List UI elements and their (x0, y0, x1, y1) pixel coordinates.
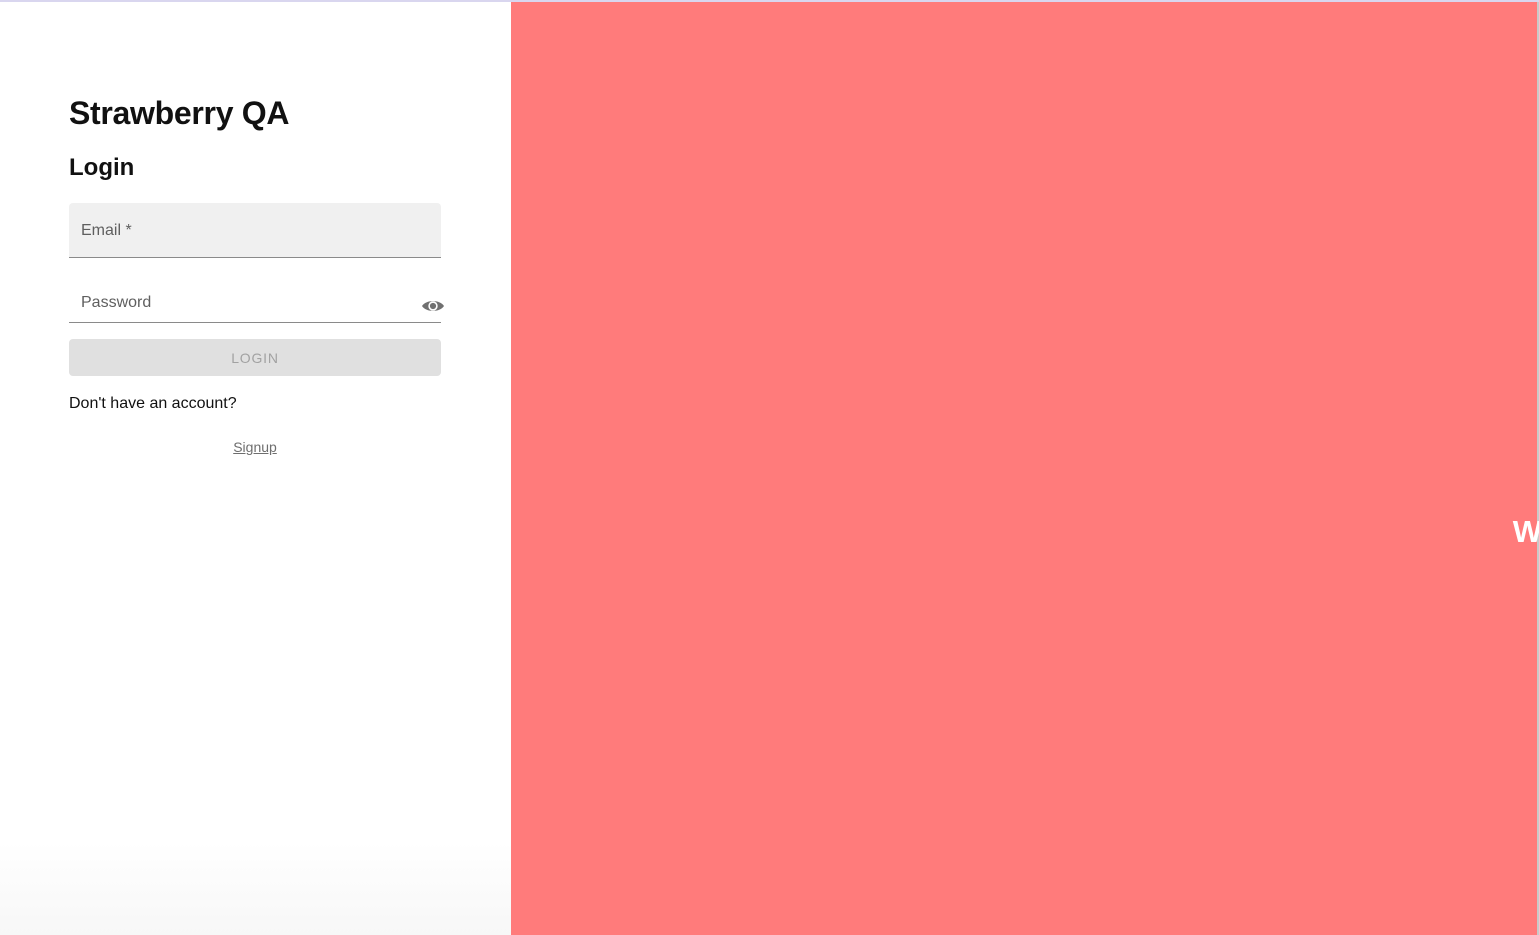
welcome-message: Welcome to the Strawberry QA Chapter web… (1512, 514, 1539, 549)
welcome-panel: Welcome to the Strawberry QA Chapter web… (511, 2, 1539, 935)
eye-icon[interactable] (420, 296, 446, 316)
password-label: Password (81, 294, 152, 311)
login-heading: Login (69, 154, 135, 181)
login-button[interactable]: LOGIN (69, 339, 441, 376)
account-prompt: Don't have an account? (69, 395, 237, 412)
login-panel: Strawberry QA Login Email * Password LOG… (0, 2, 511, 935)
login-page: Strawberry QA Login Email * Password LOG… (0, 0, 1539, 935)
password-field[interactable]: Password (69, 282, 444, 323)
brand-title: Strawberry QA (69, 95, 290, 131)
email-label: Email * (81, 222, 132, 239)
email-field[interactable]: Email * (69, 203, 441, 258)
signup-link[interactable]: Signup (69, 439, 441, 455)
